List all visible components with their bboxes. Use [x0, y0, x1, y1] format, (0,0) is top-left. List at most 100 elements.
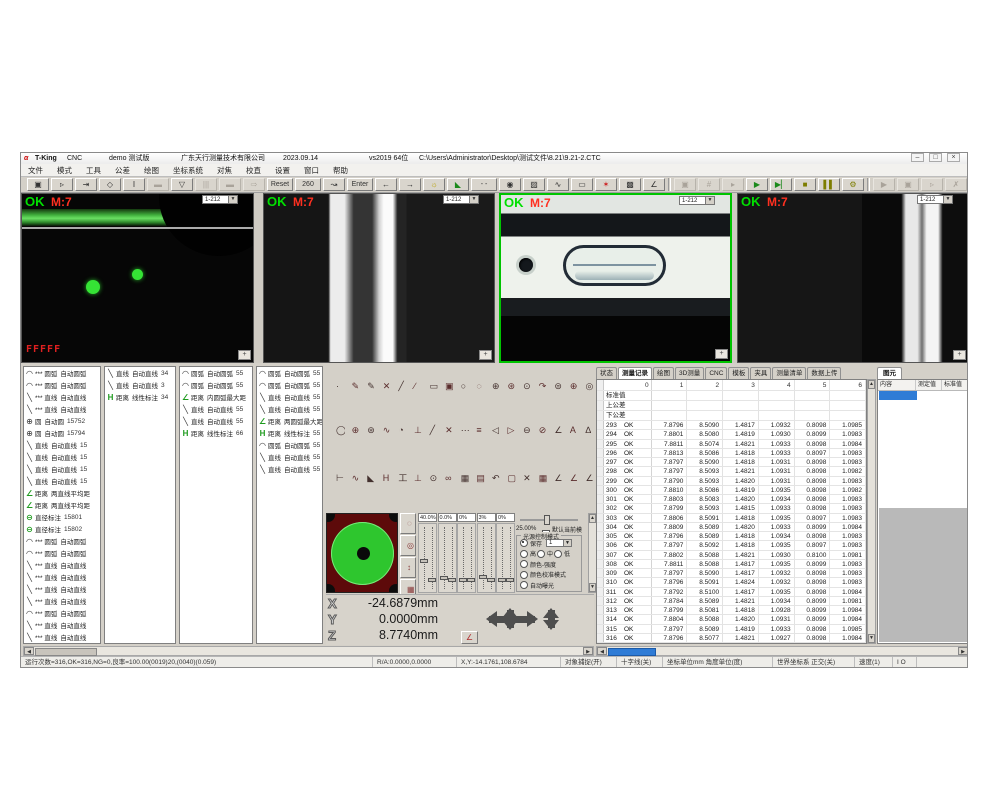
copy-tool-button[interactable]: ▤ — [469, 470, 483, 484]
toolbar-open2-button[interactable]: ▹ — [921, 178, 943, 191]
line-auto-tool-button[interactable]: ∕ — [407, 378, 421, 392]
point-tool-button[interactable]: · — [329, 378, 343, 392]
dim-y-tool-button[interactable]: ∠ — [563, 470, 577, 484]
toolbar-block2-button[interactable]: ▬ — [219, 178, 241, 191]
list-item[interactable]: ╲直线自动直线15 — [24, 475, 100, 487]
minimize-button[interactable]: – — [911, 153, 924, 162]
ring-outer-button[interactable]: ◌ — [400, 513, 416, 534]
scroll-up-icon[interactable]: ▲ — [868, 380, 875, 389]
camera-pan-button[interactable]: + — [479, 350, 492, 360]
circle-tool-tool-button[interactable]: ⊕ — [345, 422, 359, 436]
toolbar-pattern-button[interactable]: ▨ — [523, 178, 545, 191]
camera-range-combo[interactable]: 1-212▼ — [202, 195, 238, 204]
menu-item-窗口[interactable]: 窗口 — [297, 164, 326, 176]
list-item[interactable]: ╲*** 直线自动直线 — [24, 391, 100, 403]
slider-handle[interactable] — [544, 515, 550, 525]
menu-item-对焦[interactable]: 对焦 — [210, 164, 239, 176]
list-item[interactable]: ⊕圆自动圆15794 — [24, 427, 100, 439]
radio-icon[interactable] — [537, 550, 545, 558]
toolbar-blank-button[interactable]: ▭ — [571, 178, 593, 191]
toolbar-enter-button[interactable]: Enter — [347, 178, 373, 191]
toolbar-dither-button[interactable]: ▩ — [619, 178, 641, 191]
slider-body[interactable] — [457, 523, 476, 593]
list-item[interactable]: ◠*** 圆弧自动圆弧 — [24, 367, 100, 379]
toolbar-run-to-end-button[interactable]: ▶▏ — [770, 178, 792, 191]
list-item[interactable]: ╲直线自动直线55 — [257, 463, 322, 475]
scroll-right-icon[interactable]: ▶ — [583, 647, 593, 655]
chevron-down-icon[interactable]: ▼ — [705, 197, 714, 204]
tab-夹具[interactable]: 夹具 — [750, 367, 771, 379]
record-table[interactable]: 0123456标准值上公差下公差293OK7.87968.50901.48171… — [596, 379, 867, 644]
list-item[interactable]: ╲*** 直线自动直线 — [24, 583, 100, 595]
perpendicular-tool-button[interactable]: ⊥ — [407, 422, 421, 436]
toolbar-laser-star-button[interactable]: ✶ — [595, 178, 617, 191]
jog-z-arrows[interactable] — [548, 610, 555, 628]
undo-tool-button[interactable]: ↶ — [485, 470, 499, 484]
camera-pan-button[interactable]: + — [238, 350, 251, 360]
dim-curve-tool-button[interactable]: ∿ — [345, 470, 359, 484]
camera-pan-button[interactable]: + — [953, 350, 966, 360]
menu-item-校直[interactable]: 校直 — [239, 164, 268, 176]
delete-tool-button[interactable]: ✕ — [516, 470, 530, 484]
tab-CNC[interactable]: CNC — [705, 367, 727, 379]
toolbar-save-run-button[interactable]: ▣ — [674, 178, 696, 191]
menu-item-设置[interactable]: 设置 — [268, 164, 297, 176]
toolbar-step-button[interactable]: ⇨ — [243, 178, 265, 191]
scroll-up-icon[interactable]: ▲ — [589, 514, 596, 523]
cross-point-tool-button[interactable]: ✕ — [376, 378, 390, 392]
camera-range-combo[interactable]: 1-212▼ — [917, 195, 953, 204]
text-label-tool-button[interactable]: A — [563, 422, 577, 436]
circle-multi-tool-button[interactable]: ⊛ — [360, 422, 374, 436]
open-curve-tool-button[interactable]: ∿ — [376, 422, 390, 436]
tab-状态[interactable]: 状态 — [596, 367, 617, 379]
line-tool-button[interactable]: ╱ — [391, 378, 405, 392]
toolbar-block1-button[interactable]: ▬ — [147, 178, 169, 191]
arc-tool-button[interactable]: ↷ — [532, 378, 546, 392]
slope-line-tool-button[interactable]: ╱ — [423, 422, 437, 436]
triangle-tool-button[interactable]: ∆ — [579, 422, 593, 436]
chevron-down-icon[interactable]: ▼ — [943, 196, 952, 203]
toolbar-autofocus-button[interactable]: ◣ — [447, 178, 469, 191]
slider-handle[interactable] — [498, 578, 506, 582]
radio-icon[interactable] — [520, 550, 528, 558]
tab-绘图[interactable]: 绘图 — [653, 367, 674, 379]
menu-item-绘图[interactable]: 绘图 — [137, 164, 166, 176]
close-button[interactable]: × — [947, 153, 960, 162]
radio-icon[interactable] — [520, 560, 528, 568]
pick-point-tool-button[interactable]: ✎ — [345, 378, 359, 392]
list-item[interactable]: ╲直线自动直线55 — [257, 391, 322, 403]
toolbar-zoom-button[interactable]: ◉ — [499, 178, 521, 191]
intersection-tool-button[interactable]: ✕ — [438, 422, 452, 436]
list-item[interactable]: ╲直线自动直线3 — [105, 379, 175, 391]
circle-point-tool-button[interactable]: ⊙ — [516, 378, 530, 392]
right-horizontal-scrollbar[interactable]: ◀ ▶ — [596, 646, 968, 656]
slider-handle[interactable] — [420, 559, 428, 563]
dim-width-tool-button[interactable]: H — [376, 470, 390, 484]
toolbar-move-left-button[interactable]: ← — [375, 178, 397, 191]
chevron-down-icon[interactable]: ▼ — [469, 196, 478, 203]
slider-body[interactable] — [418, 523, 437, 593]
toolbar-play2-button[interactable]: ▶ — [873, 178, 895, 191]
menu-item-文件[interactable]: 文件 — [21, 164, 50, 176]
slider-body[interactable] — [496, 523, 515, 593]
dim-horizontal-tool-button[interactable]: ⊢ — [329, 470, 343, 484]
ring-light-indicator[interactable] — [326, 513, 398, 593]
toolbar-move-right-button[interactable]: → — [399, 178, 421, 191]
radio-icon[interactable] — [520, 539, 528, 547]
dim-x-tool-button[interactable]: ∠ — [547, 470, 561, 484]
dim-perp-tool-button[interactable]: ⊥ — [407, 470, 421, 484]
circle-slash-tool-button[interactable]: ⊘ — [532, 422, 546, 436]
camera-view-3[interactable]: OKM:71-212▼+ — [499, 193, 732, 363]
list-item[interactable]: ◠圆弧自动圆弧55 — [257, 439, 322, 451]
list-item[interactable]: H距离线性标注34 — [105, 391, 175, 403]
rect-center-tool-button[interactable]: ▣ — [438, 378, 452, 392]
list-item[interactable]: ◠圆弧自动圆弧55 — [257, 379, 322, 391]
camera-view-4[interactable]: OKM:71-212▼+ — [737, 193, 968, 363]
dim-corner-tool-button[interactable]: ◣ — [360, 470, 374, 484]
tab-数据上传[interactable]: 数据上传 — [807, 367, 841, 379]
toolbar-profile-button[interactable]: ∿ — [547, 178, 569, 191]
list-item[interactable]: ◠圆弧自动圆弧55 — [180, 367, 252, 379]
arc-scan-tool-button[interactable]: ⊜ — [547, 378, 561, 392]
slider-handle[interactable] — [467, 578, 475, 582]
camera-range-combo[interactable]: 1-212▼ — [443, 195, 479, 204]
